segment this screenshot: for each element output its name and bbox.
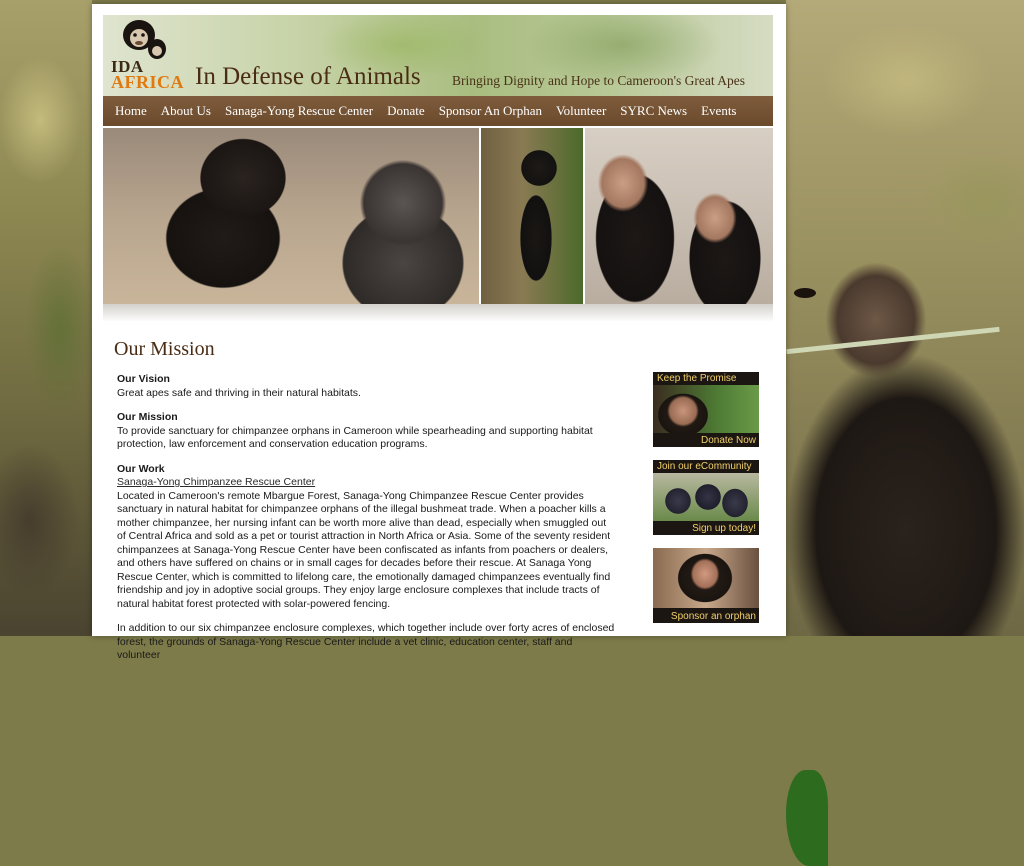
banner-photo-climbing-chimp — [481, 128, 583, 304]
keep-promise-donate-banner[interactable]: Keep the Promise Donate Now — [653, 372, 759, 447]
work-heading: Our Work — [117, 462, 165, 475]
logo-africa: AFRICA — [111, 72, 184, 92]
signup-label: Sign up today! — [692, 523, 756, 534]
background-chimp-image — [786, 230, 1024, 866]
sponsor-label: Sponsor an orphan — [670, 611, 756, 622]
site-tagline: Bringing Dignity and Hope to Cameroon's … — [452, 73, 746, 88]
nav-syrc-news[interactable]: SYRC News — [620, 103, 687, 119]
banner-divider — [103, 304, 773, 322]
banner-photo-adult-chimps — [103, 128, 479, 304]
page-title: Our Mission — [114, 338, 215, 360]
nav-volunteer[interactable]: Volunteer — [556, 103, 606, 119]
photo-banner — [103, 128, 773, 304]
page-container: IDA AFRICA In Defense of Animals Bringin… — [92, 4, 786, 661]
donate-now-label: Donate Now — [700, 435, 756, 446]
nav-events[interactable]: Events — [701, 103, 736, 119]
nav-about-us[interactable]: About Us — [161, 103, 211, 119]
promise-label: Keep the Promise — [657, 373, 737, 384]
chimp-eye — [794, 288, 816, 298]
site-header: IDA AFRICA In Defense of Animals Bringin… — [103, 15, 773, 96]
mission-heading: Our Mission — [117, 411, 178, 423]
nav-rescue-center[interactable]: Sanaga-Yong Rescue Center — [225, 103, 373, 119]
sponsor-orphan-banner[interactable]: Sponsor an orphan — [653, 548, 759, 623]
community-banner-image — [653, 473, 759, 521]
vision-heading: Our Vision — [117, 373, 170, 385]
rescue-center-link[interactable]: Sanaga-Yong Chimpanzee Rescue Center — [117, 476, 315, 488]
nav-donate[interactable]: Donate — [387, 103, 425, 119]
nav-home[interactable]: Home — [115, 103, 147, 119]
main-content: Our Vision Great apes safe and thriving … — [117, 373, 617, 674]
site-title: In Defense of Animals — [195, 63, 421, 90]
vision-text: Great apes safe and thriving in their na… — [117, 386, 361, 399]
community-label: Join our eCommunity — [657, 461, 752, 472]
mission-text: To provide sanctuary for chimpanzee orph… — [117, 424, 593, 451]
work-text-continued: In addition to our six chimpanzee enclos… — [117, 622, 615, 661]
donate-banner-image — [653, 385, 759, 433]
site-logo[interactable]: IDA AFRICA — [109, 17, 189, 93]
work-text: Located in Cameroon's remote Mbargue For… — [117, 489, 611, 610]
sponsor-banner-image — [653, 548, 759, 608]
banner-photo-young-chimps — [585, 128, 773, 304]
background-left — [0, 0, 92, 636]
chimp-logo-icon — [123, 20, 166, 59]
main-nav: Home About Us Sanaga-Yong Rescue Center … — [103, 96, 773, 126]
nav-sponsor-orphan[interactable]: Sponsor An Orphan — [439, 103, 542, 119]
ecommunity-signup-banner[interactable]: Join our eCommunity Sign up today! — [653, 460, 759, 535]
twig — [786, 326, 1000, 355]
leaf — [786, 770, 828, 866]
